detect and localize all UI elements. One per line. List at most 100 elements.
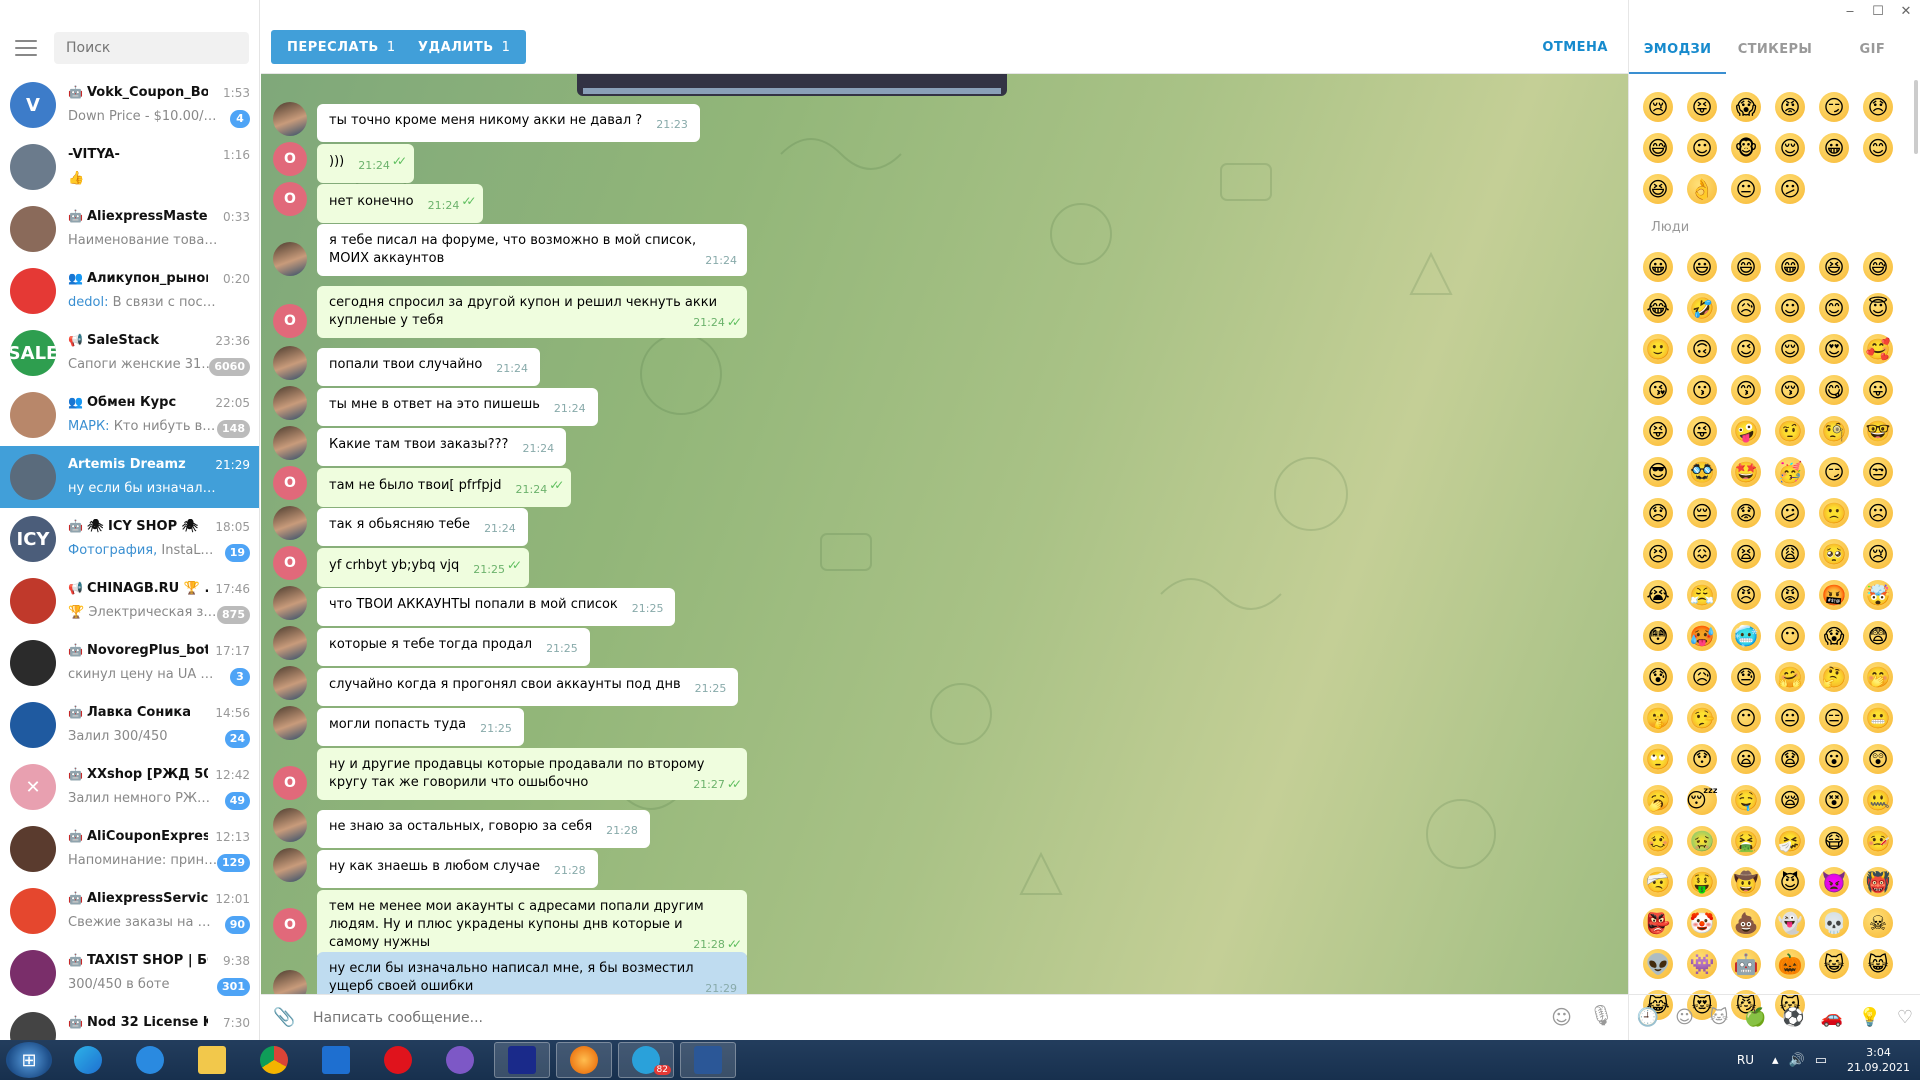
emoji-item[interactable]: 😓 <box>1731 662 1761 692</box>
message-bubble[interactable]: случайно когда я прогонял свои аккаунты … <box>317 668 739 706</box>
emoji-item[interactable]: ☠ <box>1863 908 1893 938</box>
emoji-item[interactable]: 😺 <box>1819 949 1849 979</box>
emoji-item[interactable]: 😲 <box>1863 744 1893 774</box>
viber-icon[interactable] <box>432 1042 488 1078</box>
emoji-item[interactable]: ☹ <box>1863 498 1893 528</box>
emoji-item[interactable]: 😐 <box>1775 703 1805 733</box>
emoji-item[interactable]: 😱 <box>1731 92 1761 122</box>
emoji-item[interactable]: 🤓 <box>1863 416 1893 446</box>
maximize-button[interactable]: ☐ <box>1864 0 1892 22</box>
edge-icon[interactable] <box>60 1042 116 1078</box>
emoji-item[interactable]: 👹 <box>1863 867 1893 897</box>
emoji-item[interactable]: 😕 <box>1775 174 1805 204</box>
emoji-item[interactable]: 👿 <box>1819 867 1849 897</box>
emoji-item[interactable]: 🤠 <box>1731 867 1761 897</box>
emoji-item[interactable]: 😕 <box>1775 498 1805 528</box>
message-bubble[interactable]: не знаю за остальных, говорю за себя 21:2… <box>317 810 650 848</box>
emoji-item[interactable]: 😤 <box>1687 580 1717 610</box>
emoji-item[interactable]: 🤖 <box>1731 949 1761 979</box>
emoji-item[interactable]: 🤨 <box>1775 416 1805 446</box>
emoji-item[interactable]: 😰 <box>1643 662 1673 692</box>
chat-list-item[interactable]: 🤖AliexpressMaster 0:33 Наименование товара… <box>0 198 259 260</box>
chat-list-item[interactable]: 📢 CHINAGB.RU 🏆 ... 17:46 🏆 Электрическая зу… <box>0 570 259 632</box>
sender-avatar[interactable] <box>273 102 307 136</box>
emoji-item[interactable]: 🙄 <box>1643 744 1673 774</box>
search-input[interactable] <box>54 32 249 64</box>
emoji-item[interactable]: 👾 <box>1687 949 1717 979</box>
emoji-item[interactable]: 🤐 <box>1863 785 1893 815</box>
emoji-item[interactable]: 😚 <box>1775 375 1805 405</box>
emoji-item[interactable]: 😸 <box>1863 949 1893 979</box>
emoji-item[interactable]: 😉 <box>1731 334 1761 364</box>
emoji-item[interactable]: 👺 <box>1643 908 1673 938</box>
message-bubble[interactable]: нет конечно 21:24 ✓✓ <box>317 184 484 223</box>
chat-list-item[interactable]: -VITYA- 1:16 👍 <box>0 136 259 198</box>
emoji-item[interactable]: 👌 <box>1687 174 1717 204</box>
emoji-item[interactable]: 💩 <box>1731 908 1761 938</box>
delete-button[interactable]: УДАЛИТЬ 1 <box>402 30 527 64</box>
emoji-item[interactable]: 🤑 <box>1687 867 1717 897</box>
chat-list-item[interactable]: V 🤖 Vokk_Coupon_Bot 1:53 Down Price - $10.00… <box>0 74 259 136</box>
emoji-item[interactable]: 😴 <box>1686 785 1718 815</box>
emoji-item[interactable]: 😥 <box>1687 662 1717 692</box>
message-bubble[interactable]: ну как знаешь в любом случае 21:28 <box>317 850 598 888</box>
clock[interactable]: 3:04 21.09.2021 <box>1847 1045 1910 1075</box>
emoji-item[interactable]: 🙁 <box>1819 498 1849 528</box>
emoji-item[interactable]: 😊 <box>1863 133 1893 163</box>
emoji-item[interactable]: 😱 <box>1819 621 1849 651</box>
telegram-taskbar-icon[interactable]: 82 <box>618 1042 674 1078</box>
sender-avatar[interactable] <box>273 386 307 420</box>
sender-avatar[interactable] <box>273 426 307 460</box>
emoji-item[interactable]: 😍 <box>1819 334 1849 364</box>
message-bubble[interactable]: так я обьясняю тебе 21:24 <box>317 508 528 546</box>
attach-icon[interactable]: 📎 <box>273 1007 295 1028</box>
tray-expand-icon[interactable]: ▴ <box>1772 1053 1779 1068</box>
emoji-item[interactable]: 🐵 <box>1731 133 1761 163</box>
emoji-item[interactable]: 🤮 <box>1731 826 1761 856</box>
tab-stickers[interactable]: СТИКЕРЫ <box>1726 30 1823 74</box>
message-bubble[interactable]: что ТВОИ АККАУНТЫ попали в мой список 21:… <box>317 588 676 626</box>
message-bubble[interactable]: ну и другие продавцы которые продавали п… <box>317 748 747 800</box>
emoji-item[interactable]: 😝 <box>1643 416 1673 446</box>
cancel-button[interactable]: ОТМЕНА <box>1542 40 1608 55</box>
emoji-item[interactable]: 😅 <box>1643 133 1673 163</box>
message-bubble[interactable]: ты мне в ответ на это пишешь 21:24 <box>317 388 598 426</box>
emoji-item[interactable]: 😮 <box>1819 744 1849 774</box>
lightbulb-icon[interactable]: 💡 <box>1859 1007 1881 1028</box>
sender-avatar[interactable] <box>273 626 307 660</box>
emoji-item[interactable]: 🥱 <box>1643 785 1673 815</box>
emoji-item[interactable]: 😏 <box>1819 457 1849 487</box>
emoji-item[interactable]: 🤩 <box>1731 457 1761 487</box>
emoji-item[interactable]: 🥵 <box>1687 621 1717 651</box>
cat-icon[interactable]: 🐱 <box>1710 1007 1729 1028</box>
emoji-item[interactable]: 🥶 <box>1731 621 1761 651</box>
chat-list-item[interactable]: 🤖 AliexpressService 12:01 Свежие заказы на … <box>0 880 259 942</box>
emoji-item[interactable]: 😢 <box>1643 92 1673 122</box>
emoji-item[interactable]: 🤬 <box>1819 580 1849 610</box>
emoji-item[interactable]: 🤥 <box>1687 703 1717 733</box>
minimize-button[interactable]: ‒ <box>1836 0 1864 22</box>
chat-list-item[interactable]: 👥 Обмен Курс 22:05 МАРК: Кто нибуть вы... 14… <box>0 384 259 446</box>
emoji-item[interactable]: 😭 <box>1643 580 1673 610</box>
emoji-item[interactable]: 😶 <box>1731 703 1761 733</box>
message-bubble[interactable]: я тебе писал на форуме, что возможно в м… <box>317 224 747 276</box>
emoji-item[interactable]: 😅 <box>1863 252 1893 282</box>
message-bubble[interactable]: yf crhbyt yb;ybq vjq 21:25 ✓✓ <box>317 548 530 587</box>
emoji-item[interactable]: 😐 <box>1731 174 1761 204</box>
car-icon[interactable]: 🚗 <box>1821 1007 1843 1028</box>
emoji-item[interactable]: 😌 <box>1775 334 1805 364</box>
tab-gif[interactable]: GIF <box>1824 30 1920 74</box>
emoji-item[interactable]: 😜 <box>1687 416 1717 446</box>
heart-icon[interactable]: ♡ <box>1897 1007 1913 1028</box>
volume-icon[interactable]: 🔊 <box>1789 1053 1805 1068</box>
emoji-item[interactable]: 🎃 <box>1775 949 1805 979</box>
menu-icon[interactable] <box>15 40 37 56</box>
emoji-item[interactable]: 😖 <box>1687 539 1717 569</box>
emoji-item[interactable]: 🥳 <box>1775 457 1805 487</box>
chat-list-item[interactable]: 👥 Аликупон_рынок 0:20 dedol: В связи с пост… <box>0 260 259 322</box>
sender-avatar[interactable] <box>273 346 307 380</box>
sender-avatar[interactable]: О <box>273 182 307 216</box>
emoji-item[interactable]: 👽 <box>1643 949 1673 979</box>
emoji-item[interactable]: 😋 <box>1819 375 1849 405</box>
emoji-item[interactable]: 😶 <box>1775 621 1805 651</box>
